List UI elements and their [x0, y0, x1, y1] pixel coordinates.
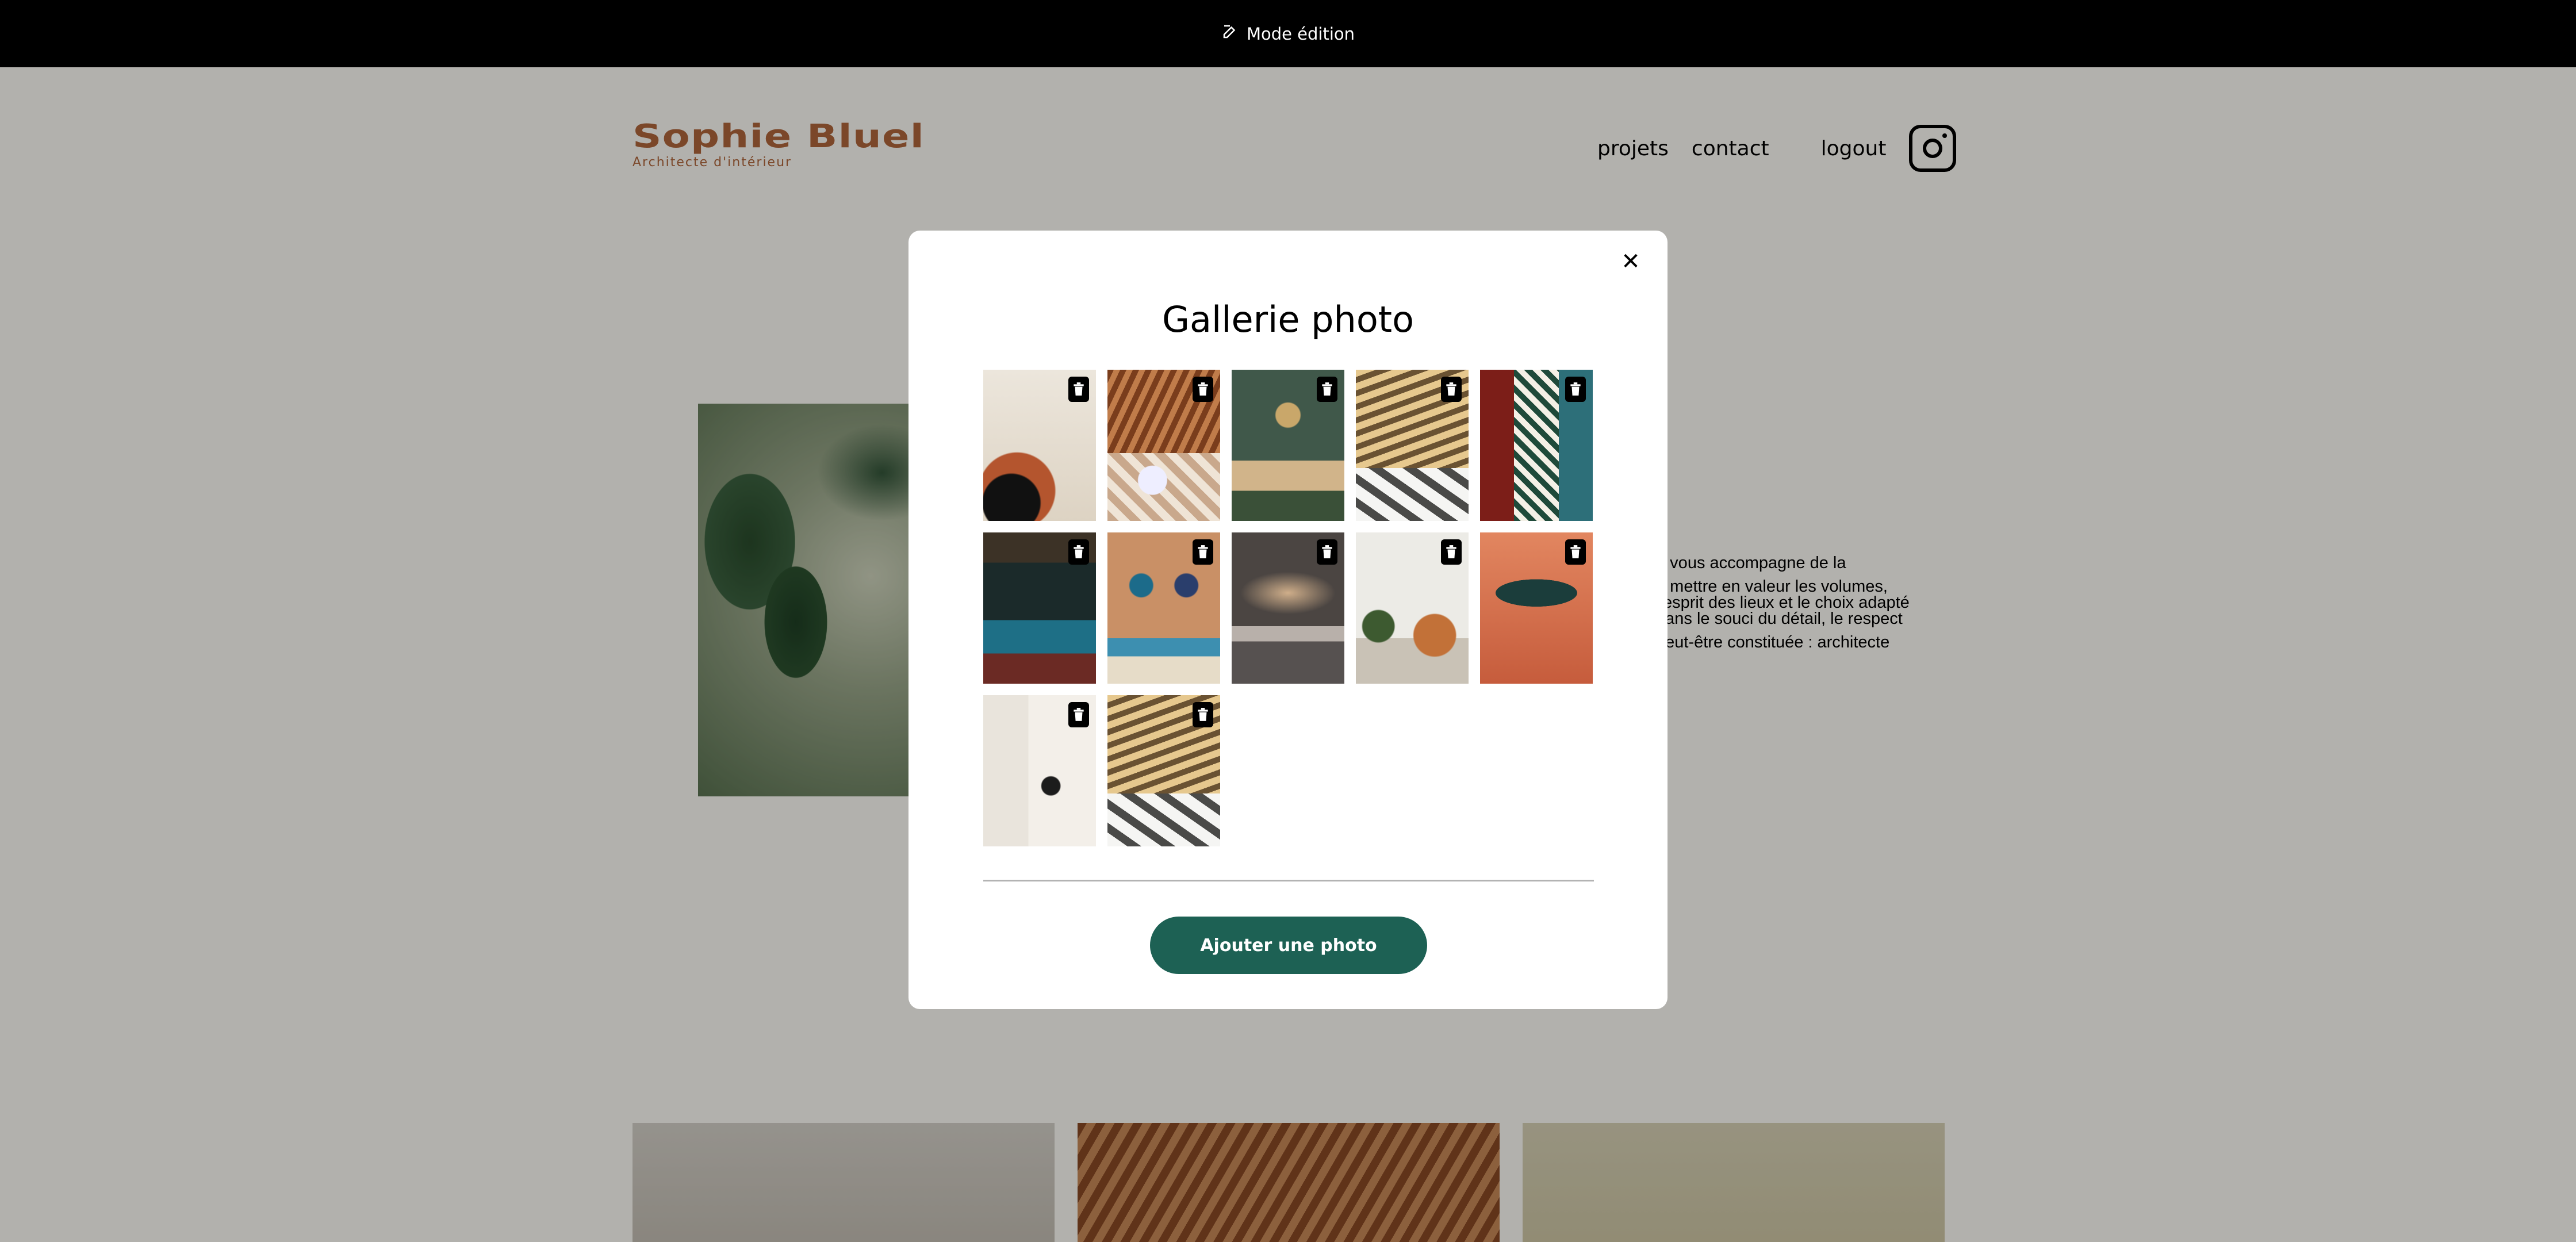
close-icon[interactable]: ✕	[1617, 248, 1644, 275]
edit-icon	[1221, 23, 1239, 44]
trash-icon[interactable]	[1441, 377, 1462, 402]
trash-icon[interactable]	[1317, 377, 1337, 402]
edit-mode-label: Mode édition	[1246, 24, 1355, 44]
trash-icon[interactable]	[1193, 377, 1213, 402]
modal-title: Gallerie photo	[1162, 298, 1414, 340]
trash-icon[interactable]	[1565, 377, 1586, 402]
gallery-thumbnail	[983, 532, 1096, 684]
gallery-thumbnail	[1107, 695, 1220, 846]
trash-icon[interactable]	[1193, 702, 1213, 727]
trash-icon[interactable]	[1565, 539, 1586, 565]
gallery-thumbnail	[1356, 532, 1469, 684]
gallery-thumbnail	[1356, 370, 1469, 521]
gallery-thumbnail	[1232, 370, 1344, 521]
add-photo-button[interactable]: Ajouter une photo	[1150, 917, 1427, 974]
gallery-thumbnail	[1480, 532, 1593, 684]
trash-icon[interactable]	[1068, 539, 1089, 565]
trash-icon[interactable]	[1068, 377, 1089, 402]
trash-icon[interactable]	[1317, 539, 1337, 565]
gallery-thumbnail	[1107, 370, 1220, 521]
thumbnail-grid	[983, 370, 1594, 846]
gallery-thumbnail	[983, 370, 1096, 521]
edit-mode-bar: Mode édition	[0, 0, 2576, 67]
trash-icon[interactable]	[1068, 702, 1089, 727]
modal-divider	[983, 880, 1594, 881]
trash-icon[interactable]	[1441, 539, 1462, 565]
gallery-thumbnail	[1480, 370, 1593, 521]
gallery-thumbnail	[1107, 532, 1220, 684]
photo-gallery-modal: ✕ Gallerie photo Ajouter une photo	[908, 231, 1667, 1009]
gallery-thumbnail	[1232, 532, 1344, 684]
trash-icon[interactable]	[1193, 539, 1213, 565]
gallery-thumbnail	[983, 695, 1096, 846]
